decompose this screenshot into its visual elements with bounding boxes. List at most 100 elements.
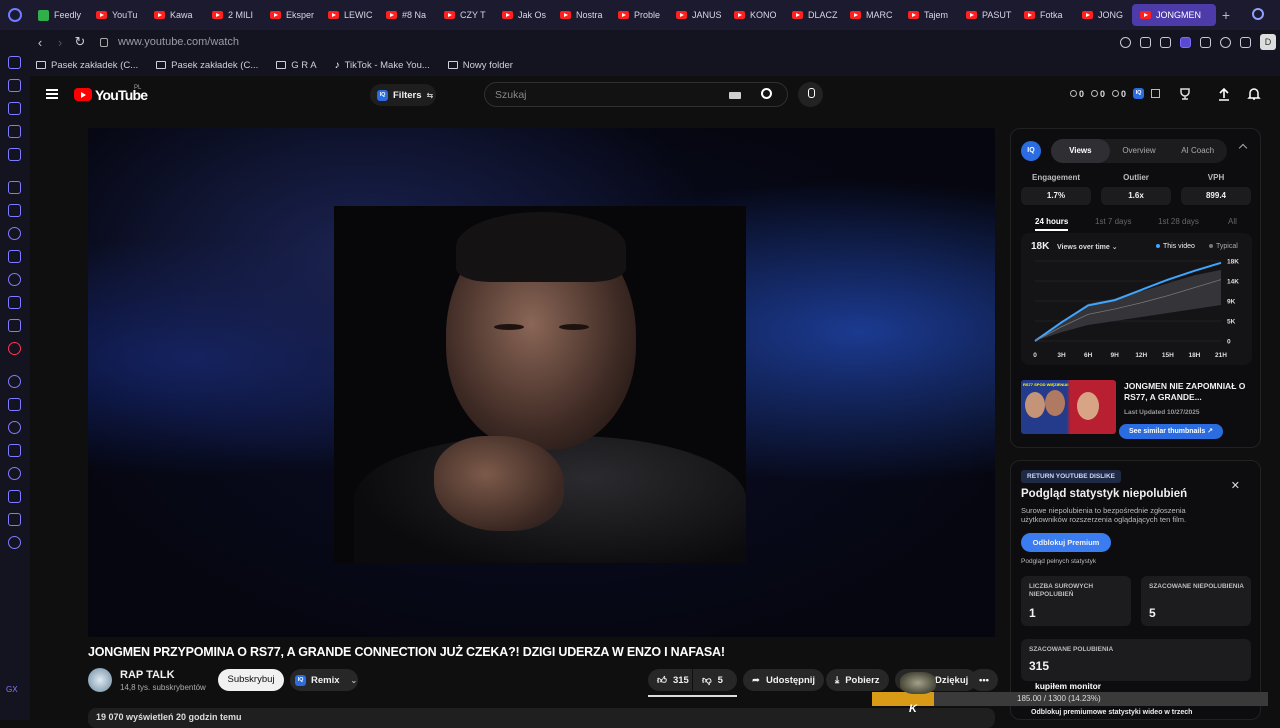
voice-search-button[interactable]: [798, 82, 823, 107]
sidebar-extensions-icon[interactable]: [8, 513, 21, 526]
tab-item[interactable]: Kawa: [146, 0, 204, 30]
tab-views[interactable]: Views: [1051, 139, 1110, 163]
url-field[interactable]: www.youtube.com/watch: [118, 36, 239, 48]
collapse-chevron-icon[interactable]: [1238, 143, 1248, 153]
sidebar-twitch-icon[interactable]: [8, 204, 21, 217]
see-similar-thumbnails-button[interactable]: See similar thumbnails ↗: [1119, 424, 1223, 439]
tab-item[interactable]: KONO: [726, 0, 784, 30]
vidiq-toolbar-icon[interactable]: IQ: [1133, 88, 1145, 99]
channel-name[interactable]: RAP TALK: [120, 669, 175, 681]
tab-item[interactable]: JONG: [1074, 0, 1132, 30]
vpn-shield-icon[interactable]: [1180, 36, 1191, 48]
tab-item[interactable]: Feedly: [30, 0, 88, 30]
youtube-logo-icon[interactable]: [74, 88, 92, 101]
bookmark-item[interactable]: G R A: [276, 60, 317, 71]
pin-icon[interactable]: [1140, 36, 1151, 48]
snapshot-icon[interactable]: [1160, 36, 1171, 48]
tab-item[interactable]: PASUT: [958, 0, 1016, 30]
sidebar-wallet-icon[interactable]: [8, 125, 21, 138]
sidebar-history-icon[interactable]: [8, 467, 21, 480]
sidebar-messages-icon[interactable]: [8, 56, 21, 69]
tab-item[interactable]: Proble: [610, 0, 668, 30]
tab-item[interactable]: LEWIC: [320, 0, 378, 30]
estimated-dislikes-card: SZACOWANE NIEPOLUBIENIA 5: [1141, 576, 1251, 626]
sidebar-spotify-icon[interactable]: [8, 375, 21, 388]
tab-item[interactable]: Nostra: [552, 0, 610, 30]
new-tab-button[interactable]: +: [1216, 7, 1236, 23]
grid-icon[interactable]: [1151, 89, 1161, 98]
views-and-date[interactable]: 19 070 wyświetleń 20 godzin temu: [88, 708, 995, 728]
reload-button[interactable]: ↻: [70, 34, 90, 50]
sidebar-opera-gx-icon[interactable]: [8, 342, 21, 355]
sidebar-bag-icon[interactable]: [8, 102, 21, 115]
bookmark-item[interactable]: Pasek zakładek (C...: [156, 60, 258, 71]
bookmark-item[interactable]: ♪ TikTok - Make You...: [335, 60, 430, 71]
close-icon[interactable]: ✕: [1231, 479, 1240, 492]
download-button[interactable]: ⤓ Pobierz: [826, 669, 889, 691]
play-icon[interactable]: [1200, 36, 1211, 48]
sidebar-player-icon[interactable]: [8, 398, 21, 411]
forward-button[interactable]: ›: [50, 35, 70, 50]
upload-icon[interactable]: [1217, 87, 1231, 101]
more-actions-button[interactable]: •••: [970, 669, 998, 691]
remix-button[interactable]: IQ Remix ⌄: [290, 669, 358, 691]
channel-avatar[interactable]: [88, 668, 112, 692]
menu-icon[interactable]: [46, 89, 58, 99]
sidebar-tabs-icon[interactable]: [8, 444, 21, 457]
sidebar-music-icon[interactable]: [8, 79, 21, 92]
search-icon[interactable]: [761, 88, 772, 99]
tab-item[interactable]: DLACZ: [784, 0, 842, 30]
tab-item[interactable]: JANUS: [668, 0, 726, 30]
tab-item[interactable]: 2 MILI: [204, 0, 262, 30]
search-box[interactable]: Szukaj: [484, 82, 788, 107]
share-button[interactable]: ➦ Udostępnij: [743, 669, 825, 691]
tab-item[interactable]: Jak Os: [494, 0, 552, 30]
range-24h[interactable]: 24 hours: [1035, 217, 1069, 231]
tab-overview[interactable]: Overview: [1110, 139, 1169, 163]
sidebar-aria-icon[interactable]: [8, 181, 21, 194]
range-7d[interactable]: 1st 7 days: [1095, 217, 1131, 226]
tab-item[interactable]: Fotka: [1016, 0, 1074, 30]
sidebar-discord-icon[interactable]: [8, 319, 21, 332]
tab-search-icon[interactable]: [1252, 8, 1264, 20]
keyboard-icon[interactable]: [729, 92, 741, 99]
search-input[interactable]: Szukaj: [495, 89, 527, 101]
tab-item[interactable]: MARC: [842, 0, 900, 30]
like-button[interactable]: 👍︎ 315: [648, 669, 692, 691]
extensions-icon[interactable]: [1240, 36, 1251, 48]
subscribe-button[interactable]: Subskrybuj: [218, 669, 284, 691]
sidebar-downloads-icon[interactable]: [8, 490, 21, 503]
tab-item[interactable]: CZY T: [436, 0, 494, 30]
similar-thumbnail[interactable]: RS77 SPOD WIĘZIENIA!: [1021, 380, 1116, 434]
tab-item[interactable]: Eksper: [262, 0, 320, 30]
bookmark-item[interactable]: Pasek zakładek (C...: [36, 60, 138, 71]
sidebar-mail-icon[interactable]: [8, 148, 21, 161]
bookmark-item[interactable]: Nowy folder: [447, 60, 513, 71]
zoom-icon[interactable]: [1120, 36, 1131, 48]
heart-icon[interactable]: [1220, 36, 1231, 48]
sidebar-messenger-icon[interactable]: [8, 227, 21, 240]
tab-item[interactable]: Tajem: [900, 0, 958, 30]
vidiq-filters-button[interactable]: IQ Filters ⇆: [370, 84, 436, 106]
video-player[interactable]: [88, 128, 995, 637]
tab-ai-coach[interactable]: AI Coach: [1168, 139, 1227, 163]
trophy-icon[interactable]: [1178, 87, 1192, 101]
sidebar-heart-icon[interactable]: [8, 421, 21, 434]
share-icon: ➦: [752, 674, 760, 686]
tab-item[interactable]: YouTu: [88, 0, 146, 30]
unlock-premium-button[interactable]: Odblokuj Premium: [1021, 533, 1111, 552]
notifications-bell-icon[interactable]: [1247, 87, 1261, 101]
sidebar-x-icon[interactable]: [8, 296, 21, 309]
sidebar-settings-icon[interactable]: [8, 536, 21, 549]
range-all[interactable]: All: [1228, 217, 1237, 226]
back-button[interactable]: ‹: [30, 35, 50, 50]
vidiq-logo-icon: IQ: [295, 674, 306, 686]
profile-avatar[interactable]: D: [1260, 34, 1276, 50]
sidebar-instagram-icon[interactable]: [8, 273, 21, 286]
dislike-button[interactable]: 👎︎ 5: [693, 669, 737, 691]
range-28d[interactable]: 1st 28 days: [1158, 217, 1199, 226]
opera-logo-icon[interactable]: [0, 0, 30, 30]
tab-item[interactable]: #8 Na: [378, 0, 436, 30]
tab-active[interactable]: JONGMEN: [1132, 4, 1216, 26]
sidebar-telegram-icon[interactable]: [8, 250, 21, 263]
